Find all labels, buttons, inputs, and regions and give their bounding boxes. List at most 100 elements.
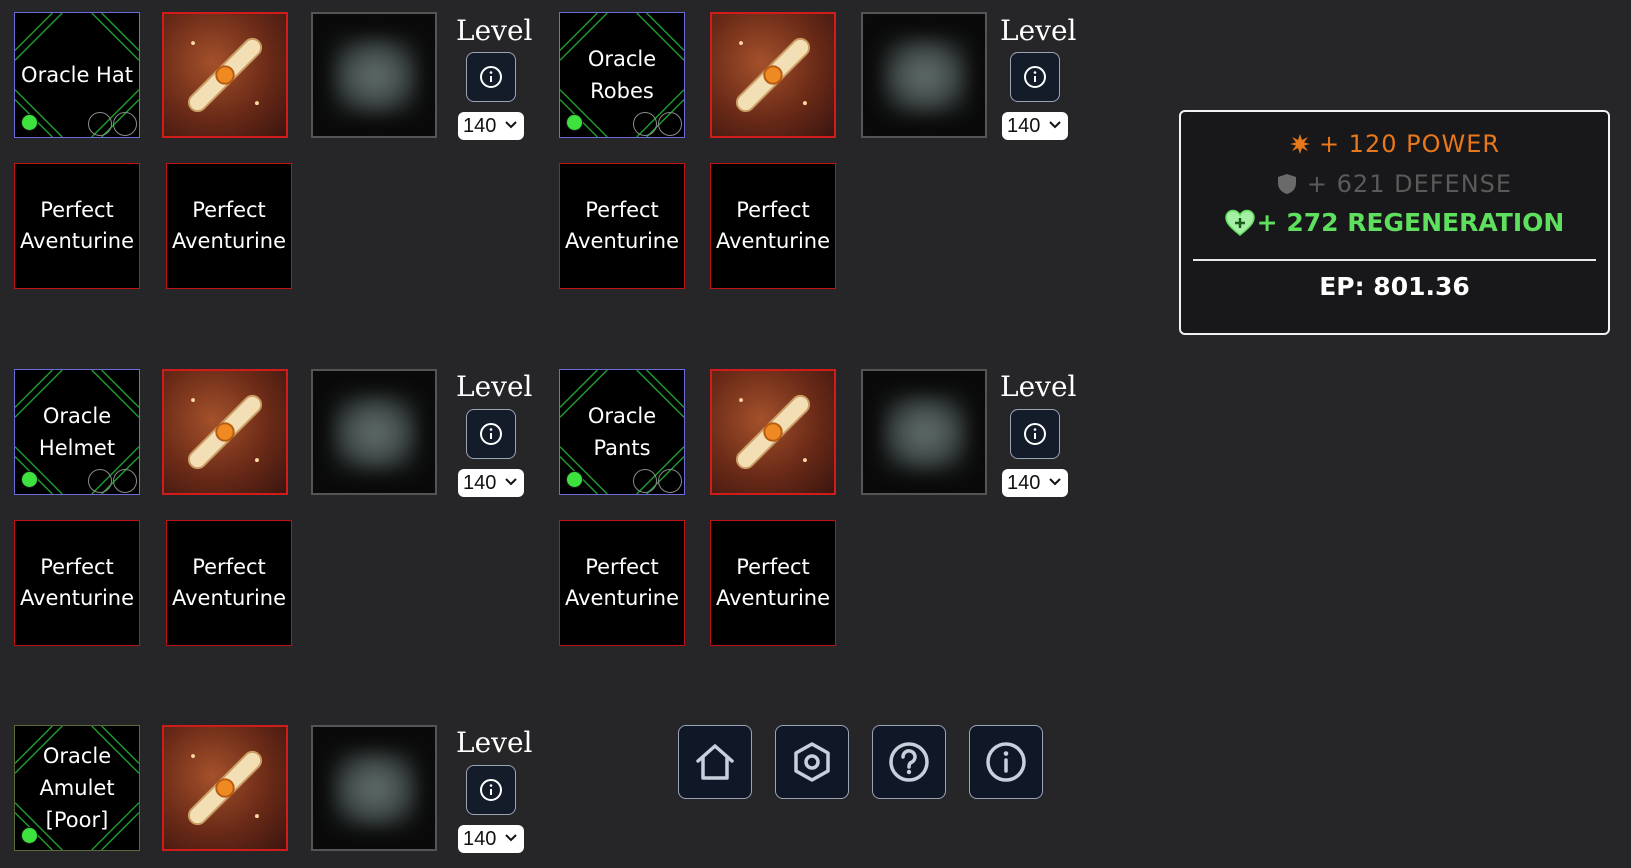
gem-name: Perfect Aventurine: [715, 555, 831, 610]
gear-slot-pants[interactable]: Oracle Pants: [559, 369, 685, 495]
regeneration-stat: + 272 REGENERATION: [1181, 208, 1608, 237]
scroll-icon: [735, 37, 811, 113]
chevron-down-icon: [505, 121, 517, 129]
scroll-icon: [187, 750, 263, 826]
info-icon: [1024, 423, 1046, 445]
status-dot: [566, 114, 583, 131]
empty-item-slot[interactable]: [861, 12, 987, 138]
socket-empty: [633, 469, 657, 493]
ep-value: EP: 801.36: [1319, 272, 1470, 301]
help-button[interactable]: [872, 725, 946, 799]
gem-name: Perfect Aventurine: [564, 555, 680, 610]
settings-icon: [794, 742, 830, 782]
placeholder-image: [331, 393, 419, 473]
level-value: 140: [463, 471, 497, 494]
gem-slot[interactable]: Perfect Aventurine: [166, 520, 292, 646]
gem-slot[interactable]: Perfect Aventurine: [166, 163, 292, 289]
chevron-down-icon: [1049, 478, 1061, 486]
info-icon: [480, 66, 502, 88]
socket-empty: [88, 469, 112, 493]
regeneration-value: + 272 REGENERATION: [1256, 208, 1565, 237]
gear-slot-amulet[interactable]: Oracle Amulet [Poor]: [14, 725, 140, 851]
enchant-scroll-slot[interactable]: [162, 369, 288, 495]
level-value: 140: [463, 114, 497, 137]
status-dot: [21, 471, 38, 488]
power-value: + 120 POWER: [1318, 130, 1501, 158]
socket-empty: [658, 112, 682, 136]
level-value: 140: [1007, 114, 1041, 137]
home-button[interactable]: [678, 725, 752, 799]
gem-name: Perfect Aventurine: [19, 198, 135, 253]
level-select[interactable]: 140: [458, 112, 524, 140]
enchant-scroll-slot[interactable]: [710, 369, 836, 495]
chevron-down-icon: [505, 478, 517, 486]
info-button[interactable]: [1010, 409, 1060, 459]
gem-name: Perfect Aventurine: [171, 198, 287, 253]
divider: [1193, 259, 1596, 261]
placeholder-image: [331, 36, 419, 116]
stats-panel: + 120 POWER + 621 DEFENSE + 272 REGENERA…: [1179, 110, 1610, 335]
home-icon: [696, 744, 734, 780]
level-select[interactable]: 140: [458, 469, 524, 497]
socket-empty: [633, 112, 657, 136]
info-icon: [986, 742, 1026, 782]
placeholder-image: [881, 393, 969, 473]
scroll-icon: [187, 37, 263, 113]
enchant-scroll-slot[interactable]: [710, 12, 836, 138]
socket-empty: [88, 112, 112, 136]
socket-empty: [113, 469, 137, 493]
enchant-scroll-slot[interactable]: [162, 725, 288, 851]
info-icon: [1024, 66, 1046, 88]
star-burst-icon: [1289, 134, 1310, 154]
gem-name: Perfect Aventurine: [19, 555, 135, 610]
scroll-icon: [735, 394, 811, 470]
info-icon: [480, 423, 502, 445]
about-button[interactable]: [969, 725, 1043, 799]
chevron-down-icon: [505, 834, 517, 842]
gem-name: Perfect Aventurine: [171, 555, 287, 610]
status-dot: [566, 471, 583, 488]
gem-slot[interactable]: Perfect Aventurine: [710, 163, 836, 289]
shield-icon: [1277, 174, 1296, 194]
gem-name: Perfect Aventurine: [715, 198, 831, 253]
info-icon: [480, 779, 502, 801]
power-stat: + 120 POWER: [1181, 130, 1608, 158]
enchant-scroll-slot[interactable]: [162, 12, 288, 138]
defense-value: + 621 DEFENSE: [1306, 170, 1513, 198]
level-label: Level: [456, 370, 533, 403]
placeholder-image: [881, 36, 969, 116]
gem-slot[interactable]: Perfect Aventurine: [559, 163, 685, 289]
info-button[interactable]: [1010, 52, 1060, 102]
gear-slot-helmet[interactable]: Oracle Helmet: [14, 369, 140, 495]
level-value: 140: [463, 827, 497, 850]
gem-slot[interactable]: Perfect Aventurine: [710, 520, 836, 646]
gear-slot-hat[interactable]: Oracle Hat: [14, 12, 140, 138]
info-button[interactable]: [466, 409, 516, 459]
gear-slot-robes[interactable]: Oracle Robes: [559, 12, 685, 138]
status-dot: [21, 114, 38, 131]
gem-name: Perfect Aventurine: [564, 198, 680, 253]
empty-item-slot[interactable]: [861, 369, 987, 495]
empty-item-slot[interactable]: [311, 725, 437, 851]
empty-item-slot[interactable]: [311, 369, 437, 495]
scroll-icon: [187, 394, 263, 470]
socket-empty: [113, 112, 137, 136]
info-button[interactable]: [466, 52, 516, 102]
placeholder-image: [331, 749, 419, 829]
gem-slot[interactable]: Perfect Aventurine: [14, 163, 140, 289]
level-label: Level: [1000, 14, 1077, 47]
level-select[interactable]: 140: [1002, 469, 1068, 497]
heart-plus-icon: [1224, 209, 1255, 236]
level-value: 140: [1007, 471, 1041, 494]
info-button[interactable]: [466, 765, 516, 815]
level-label: Level: [456, 14, 533, 47]
gem-slot[interactable]: Perfect Aventurine: [14, 520, 140, 646]
level-select[interactable]: 140: [1002, 112, 1068, 140]
defense-stat: + 621 DEFENSE: [1181, 170, 1608, 198]
empty-item-slot[interactable]: [311, 12, 437, 138]
level-select[interactable]: 140: [458, 825, 524, 853]
settings-button[interactable]: [775, 725, 849, 799]
level-label: Level: [456, 726, 533, 759]
chevron-down-icon: [1049, 121, 1061, 129]
gem-slot[interactable]: Perfect Aventurine: [559, 520, 685, 646]
